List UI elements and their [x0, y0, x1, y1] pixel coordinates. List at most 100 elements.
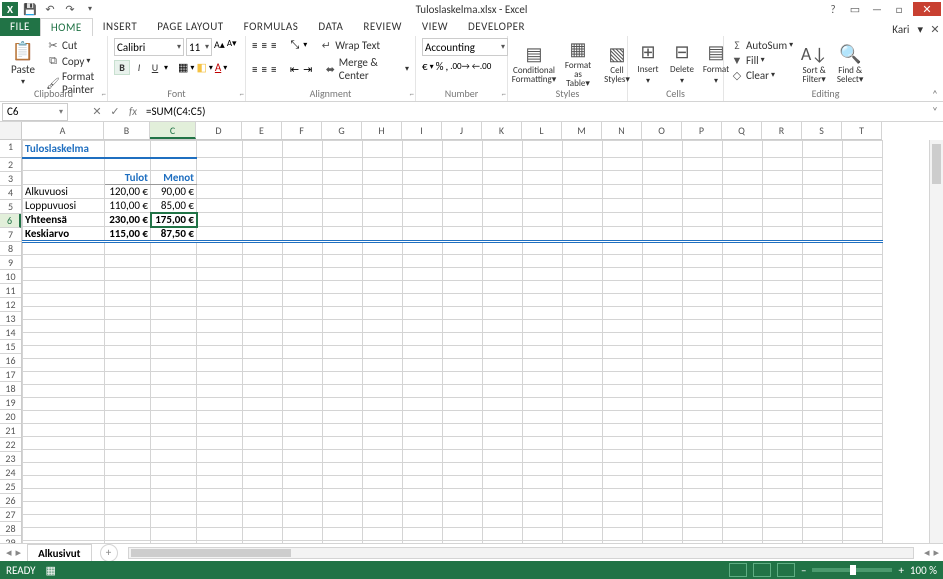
- cell-B28[interactable]: [105, 502, 151, 515]
- cell-C18[interactable]: [151, 372, 197, 385]
- cell-B1[interactable]: [105, 141, 151, 158]
- zoom-in-icon[interactable]: +: [898, 564, 903, 577]
- cell-L4[interactable]: [523, 185, 563, 199]
- cell-J15[interactable]: [443, 333, 483, 346]
- cell-P22[interactable]: [683, 424, 723, 437]
- cell-M21[interactable]: [563, 411, 603, 424]
- cell-H21[interactable]: [363, 411, 403, 424]
- cell-F15[interactable]: [283, 333, 323, 346]
- alignment-launcher-icon[interactable]: ⌐: [404, 90, 414, 100]
- row-header-1[interactable]: 1: [0, 140, 21, 158]
- cell-Q10[interactable]: [723, 268, 763, 281]
- cell-E26[interactable]: [243, 476, 283, 489]
- cell-G25[interactable]: [323, 463, 363, 476]
- cell-L5[interactable]: [523, 199, 563, 213]
- cell-Q28[interactable]: [723, 502, 763, 515]
- cell-A4[interactable]: Alkuvuosi: [23, 185, 105, 199]
- fill-color-icon[interactable]: ◧: [196, 61, 206, 74]
- cell-S6[interactable]: [803, 213, 843, 227]
- cell-I5[interactable]: [403, 199, 443, 213]
- cell-Q4[interactable]: [723, 185, 763, 199]
- cell-D4[interactable]: [197, 185, 243, 199]
- cell-O11[interactable]: [643, 281, 683, 294]
- col-header-N[interactable]: N: [602, 122, 642, 139]
- cell-L18[interactable]: [523, 372, 563, 385]
- cell-J5[interactable]: [443, 199, 483, 213]
- percent-format-icon[interactable]: %: [436, 60, 444, 73]
- cell-H5[interactable]: [363, 199, 403, 213]
- cell-M25[interactable]: [563, 463, 603, 476]
- cell-Q30[interactable]: [723, 528, 763, 541]
- col-header-M[interactable]: M: [562, 122, 602, 139]
- cell-N28[interactable]: [603, 502, 643, 515]
- cell-E7[interactable]: [243, 227, 283, 242]
- cell-C5[interactable]: 85,00 €: [151, 199, 197, 213]
- cell-I4[interactable]: [403, 185, 443, 199]
- cell-C10[interactable]: [151, 268, 197, 281]
- cell-K25[interactable]: [483, 463, 523, 476]
- cell-D13[interactable]: [197, 307, 243, 320]
- cell-N14[interactable]: [603, 320, 643, 333]
- cell-H8[interactable]: [363, 242, 403, 255]
- cell-R22[interactable]: [763, 424, 803, 437]
- col-header-T[interactable]: T: [842, 122, 882, 139]
- cell-K30[interactable]: [483, 528, 523, 541]
- cell-Q6[interactable]: [723, 213, 763, 227]
- cell-R17[interactable]: [763, 359, 803, 372]
- cell-A1[interactable]: Tuloslaskelma: [23, 141, 105, 158]
- cell-R25[interactable]: [763, 463, 803, 476]
- cell-M16[interactable]: [563, 346, 603, 359]
- cell-J16[interactable]: [443, 346, 483, 359]
- row-header-15[interactable]: 15: [0, 340, 21, 354]
- cell-E9[interactable]: [243, 255, 283, 268]
- cell-F26[interactable]: [283, 476, 323, 489]
- orientation-icon[interactable]: ⤡: [290, 38, 299, 52]
- cell-A20[interactable]: [23, 398, 105, 411]
- row-header-4[interactable]: 4: [0, 186, 21, 200]
- border-icon[interactable]: ▦: [178, 61, 188, 74]
- cell-S4[interactable]: [803, 185, 843, 199]
- cell-I29[interactable]: [403, 515, 443, 528]
- cell-N21[interactable]: [603, 411, 643, 424]
- cell-S28[interactable]: [803, 502, 843, 515]
- cell-G15[interactable]: [323, 333, 363, 346]
- cell-F18[interactable]: [283, 372, 323, 385]
- insert-cells-button[interactable]: ⊞Insert▾: [634, 38, 662, 88]
- cell-C15[interactable]: [151, 333, 197, 346]
- cell-A6[interactable]: Yhteensä: [23, 213, 105, 227]
- decrease-indent-icon[interactable]: ⇤: [290, 63, 299, 76]
- cell-Q2[interactable]: [723, 158, 763, 171]
- row-header-14[interactable]: 14: [0, 326, 21, 340]
- hscroll-right-icon[interactable]: ▸: [933, 546, 939, 559]
- cell-P11[interactable]: [683, 281, 723, 294]
- cell-J21[interactable]: [443, 411, 483, 424]
- cell-K18[interactable]: [483, 372, 523, 385]
- maximize-icon[interactable]: □: [891, 2, 907, 16]
- cell-F21[interactable]: [283, 411, 323, 424]
- col-header-O[interactable]: O: [642, 122, 682, 139]
- cell-P3[interactable]: [683, 171, 723, 185]
- cell-B13[interactable]: [105, 307, 151, 320]
- cell-T13[interactable]: [843, 307, 883, 320]
- cell-T5[interactable]: [843, 199, 883, 213]
- col-header-B[interactable]: B: [104, 122, 150, 139]
- cell-K10[interactable]: [483, 268, 523, 281]
- cell-O8[interactable]: [643, 242, 683, 255]
- cell-T8[interactable]: [843, 242, 883, 255]
- cell-B6[interactable]: 230,00 €: [105, 213, 151, 227]
- sign-in-user[interactable]: Kari: [892, 23, 909, 36]
- cell-Q21[interactable]: [723, 411, 763, 424]
- cell-M20[interactable]: [563, 398, 603, 411]
- cell-P31[interactable]: [683, 541, 723, 544]
- cell-T12[interactable]: [843, 294, 883, 307]
- cell-S23[interactable]: [803, 437, 843, 450]
- cell-F19[interactable]: [283, 385, 323, 398]
- cell-P23[interactable]: [683, 437, 723, 450]
- cell-T17[interactable]: [843, 359, 883, 372]
- cell-D1[interactable]: [197, 141, 243, 158]
- cell-M17[interactable]: [563, 359, 603, 372]
- cell-T6[interactable]: [843, 213, 883, 227]
- cell-S21[interactable]: [803, 411, 843, 424]
- cell-B7[interactable]: 115,00 €: [105, 227, 151, 242]
- ribbon-display-icon[interactable]: ▭: [847, 2, 863, 16]
